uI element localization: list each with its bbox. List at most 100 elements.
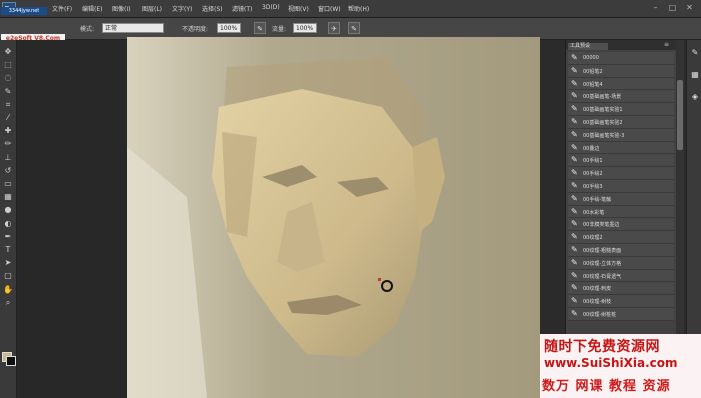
preset-label: 00手绘3 — [583, 183, 603, 190]
clone-stamp-tool-icon[interactable]: ⊥ — [2, 152, 14, 163]
menu-edit[interactable]: 编辑(E) — [82, 4, 102, 13]
list-item[interactable]: ✎ 00手绘3 — [568, 179, 674, 193]
watermark-line-3: 数万 网课 教程 资源 — [542, 379, 671, 394]
airbrush-icon[interactable]: ✈ — [328, 22, 340, 34]
eyedropper-tool-icon[interactable]: ⁄ — [2, 112, 14, 123]
preset-label: 00叠边 — [583, 145, 600, 152]
pressure-size-icon[interactable]: ✎ — [348, 22, 360, 34]
scrollbar-thumb[interactable] — [677, 80, 683, 150]
list-item[interactable]: ✎ 00手绘1 — [568, 154, 674, 168]
list-item[interactable]: ✎ 00基础画笔-场景 — [568, 90, 674, 104]
cursor-dot — [378, 278, 381, 281]
list-item[interactable]: ✎ 00纹理-树桩桩 — [568, 307, 674, 321]
list-item[interactable]: ✎ 00手绘-笔触 — [568, 192, 674, 206]
brush-icon: ✎ — [571, 129, 578, 139]
history-brush-tool-icon[interactable]: ↺ — [2, 165, 14, 176]
brush-icon: ✎ — [571, 168, 578, 178]
blur-tool-icon[interactable]: ● — [2, 204, 14, 215]
watermark: 随时下免费资源网 www.SuiShiXia.com 数万 网课 教程 资源 — [540, 334, 701, 398]
tools-panel: ✥ ⬚ ◌ ✎ ⌗ ⁄ ✚ ✏ ⊥ ↺ ▭ ▦ ● ◐ ✒ T ➤ ▢ ✋ ⌕ — [0, 40, 17, 398]
dodge-tool-icon[interactable]: ◐ — [2, 218, 14, 229]
preset-label: 00铅笔4 — [583, 81, 603, 88]
quick-select-tool-icon[interactable]: ✎ — [2, 86, 14, 97]
list-item[interactable]: ✎ 00非膜类笔墨边 — [568, 218, 674, 232]
list-item[interactable]: ✎ 00000 — [568, 52, 674, 65]
list-item[interactable]: ✎ 00基础画笔实验1 — [568, 103, 674, 116]
type-tool-icon[interactable]: T — [2, 244, 14, 255]
brush-icon: ✎ — [571, 65, 578, 75]
minimize-icon[interactable]: – — [650, 3, 661, 13]
list-item[interactable]: ✎ 00基础画笔实验2 — [568, 115, 674, 129]
list-item[interactable]: ✎ 00叠边 — [568, 141, 674, 155]
close-icon[interactable]: ✕ — [684, 3, 695, 13]
mode-select[interactable]: 正常 — [102, 23, 164, 33]
menu-image[interactable]: 图像(I) — [112, 4, 130, 13]
list-item[interactable]: ✎ 00水彩笔 — [568, 205, 674, 219]
brush-cursor-icon — [381, 280, 393, 292]
shape-tool-icon[interactable]: ▢ — [2, 270, 14, 281]
menu-file[interactable]: 文件(F) — [52, 4, 72, 13]
menu-type[interactable]: 文字(Y) — [172, 4, 192, 13]
brush-icon: ✎ — [571, 257, 578, 267]
preset-label: 00基础画笔-场景 — [583, 94, 622, 101]
watermark-line-2: www.SuiShiXia.com — [544, 356, 678, 370]
eraser-tool-icon[interactable]: ▭ — [2, 178, 14, 189]
brush-tool-icon[interactable]: ✏ — [2, 138, 14, 149]
preset-label: 00基础画笔实验1 — [583, 107, 623, 114]
preset-label: 00手绘-笔触 — [583, 196, 612, 203]
hand-tool-icon[interactable]: ✋ — [2, 284, 14, 295]
brush-panel-icon[interactable]: ✎ — [690, 48, 700, 58]
flow-field[interactable]: 100% — [293, 23, 317, 33]
preset-label: 00纹理-石膏透气 — [583, 273, 622, 280]
path-select-tool-icon[interactable]: ➤ — [2, 257, 14, 268]
preset-label: 00000 — [583, 55, 599, 61]
list-item[interactable]: ✎ 00纹理-立体方格 — [568, 256, 674, 270]
healing-tool-icon[interactable]: ✚ — [2, 125, 14, 136]
list-item[interactable]: ✎ 00手绘2 — [568, 167, 674, 180]
list-item[interactable]: ✎ 00纹理-石膏透气 — [568, 269, 674, 283]
preset-label: 00手绘2 — [583, 171, 603, 178]
brush-icon: ✎ — [571, 155, 578, 165]
list-item[interactable]: ✎ 00纹理-树枝 — [568, 295, 674, 308]
list-item[interactable]: ✎ 00铅笔4 — [568, 77, 674, 91]
brush-icon: ✎ — [571, 296, 578, 306]
background-color-swatch[interactable] — [6, 356, 16, 366]
preset-label: 00纹理2 — [583, 235, 603, 242]
layers-panel-icon[interactable]: ◈ — [690, 92, 700, 102]
lasso-tool-icon[interactable]: ◌ — [2, 72, 14, 83]
menu-filter[interactable]: 滤镜(T) — [232, 4, 252, 13]
gradient-tool-icon[interactable]: ▦ — [2, 191, 14, 202]
brush-icon: ✎ — [571, 244, 578, 254]
brush-icon: ✎ — [571, 104, 578, 114]
brush-icon: ✎ — [571, 78, 578, 88]
list-item[interactable]: ✎ 00纹理2 — [568, 231, 674, 244]
panel-menu-icon[interactable]: ≡ — [664, 41, 669, 48]
swatches-panel-icon[interactable]: ▦ — [690, 70, 700, 80]
preset-label: 00纹理-树枝 — [583, 299, 612, 306]
crop-tool-icon[interactable]: ⌗ — [2, 99, 14, 110]
opacity-label: 不透明度: — [182, 26, 209, 33]
list-item[interactable]: ✎ 00纹理-粗糙表面 — [568, 243, 674, 257]
list-item[interactable]: ✎ 00纹理-刺皮 — [568, 282, 674, 296]
menu-help[interactable]: 帮助(H) — [348, 4, 369, 13]
menu-window[interactable]: 窗口(W) — [318, 4, 341, 13]
list-item[interactable]: ✎ 00铅笔2 — [568, 64, 674, 78]
pressure-opacity-icon[interactable]: ✎ — [254, 22, 266, 34]
flow-label: 流量: — [272, 26, 287, 33]
tab-tool-presets[interactable]: 工具预设 — [568, 43, 608, 50]
menu-layer[interactable]: 图层(L) — [142, 4, 162, 13]
move-tool-icon[interactable]: ✥ — [2, 46, 14, 57]
menu-3d[interactable]: 3D(D) — [262, 4, 280, 11]
pen-tool-icon[interactable]: ✒ — [2, 231, 14, 242]
painting-canvas[interactable] — [127, 37, 540, 398]
panel-scrollbar[interactable] — [676, 40, 684, 340]
list-item[interactable]: ✎ 00基础画笔实验-3 — [568, 128, 674, 142]
maximize-icon[interactable]: □ — [667, 3, 678, 13]
brush-icon: ✎ — [571, 116, 578, 126]
opacity-field[interactable]: 100% — [217, 23, 241, 33]
brush-icon: ✎ — [571, 142, 578, 152]
menu-select[interactable]: 选择(S) — [202, 4, 223, 13]
menu-view[interactable]: 视图(V) — [288, 4, 309, 13]
zoom-tool-icon[interactable]: ⌕ — [2, 297, 14, 308]
marquee-tool-icon[interactable]: ⬚ — [2, 59, 14, 70]
